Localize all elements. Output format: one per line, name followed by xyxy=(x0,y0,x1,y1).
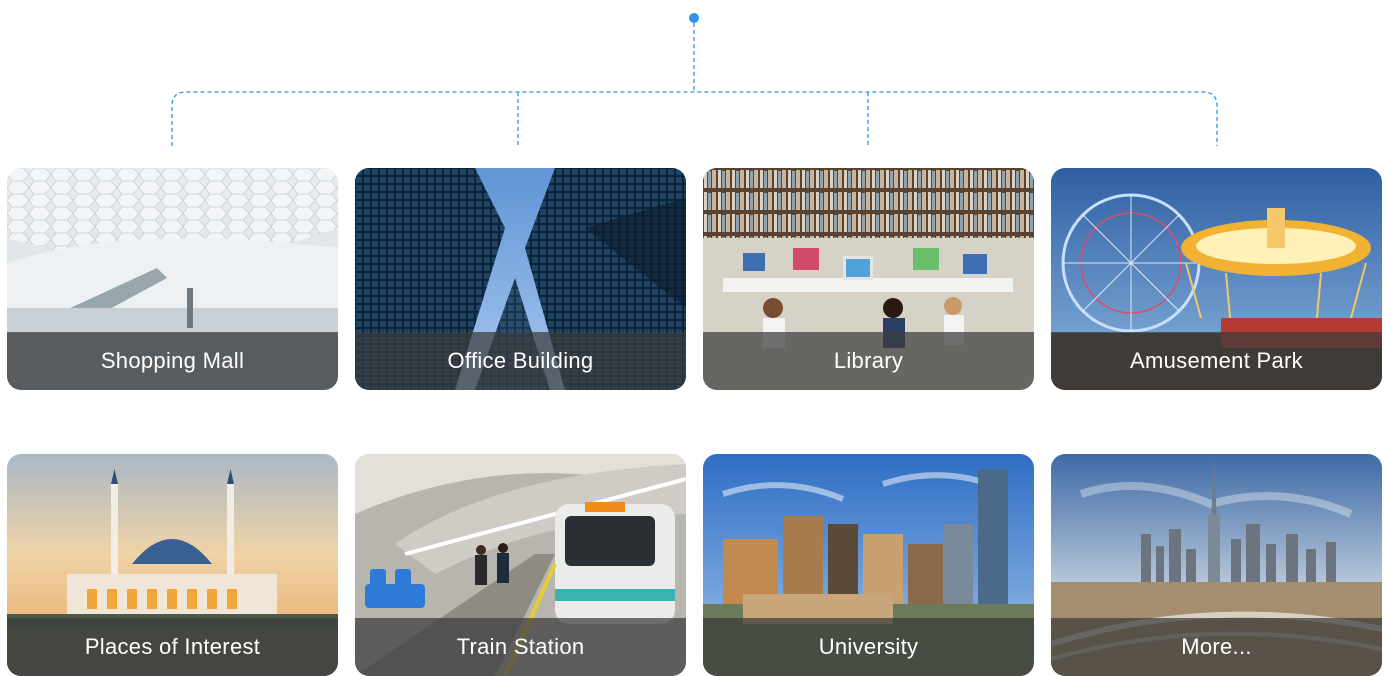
card-label: Shopping Mall xyxy=(7,332,338,390)
connector-branch-horizontal xyxy=(171,91,1218,146)
card-label: University xyxy=(703,618,1034,676)
card-university[interactable]: University xyxy=(703,454,1034,676)
card-more[interactable]: More... xyxy=(1051,454,1382,676)
card-train-station[interactable]: Train Station xyxy=(355,454,686,676)
card-library[interactable]: Library xyxy=(703,168,1034,390)
card-places-of-interest[interactable]: Places of Interest xyxy=(7,454,338,676)
card-label: Library xyxy=(703,332,1034,390)
card-label: Office Building xyxy=(355,332,686,390)
card-office-building[interactable]: Office Building xyxy=(355,168,686,390)
connector-tree xyxy=(171,13,1218,146)
card-label: Places of Interest xyxy=(7,618,338,676)
connector-root-dot xyxy=(689,13,699,23)
card-shopping-mall[interactable]: Shopping Mall xyxy=(7,168,338,390)
card-amusement-park[interactable]: Amusement Park xyxy=(1051,168,1382,390)
card-label: Amusement Park xyxy=(1051,332,1382,390)
card-label: Train Station xyxy=(355,618,686,676)
card-label: More... xyxy=(1051,618,1382,676)
